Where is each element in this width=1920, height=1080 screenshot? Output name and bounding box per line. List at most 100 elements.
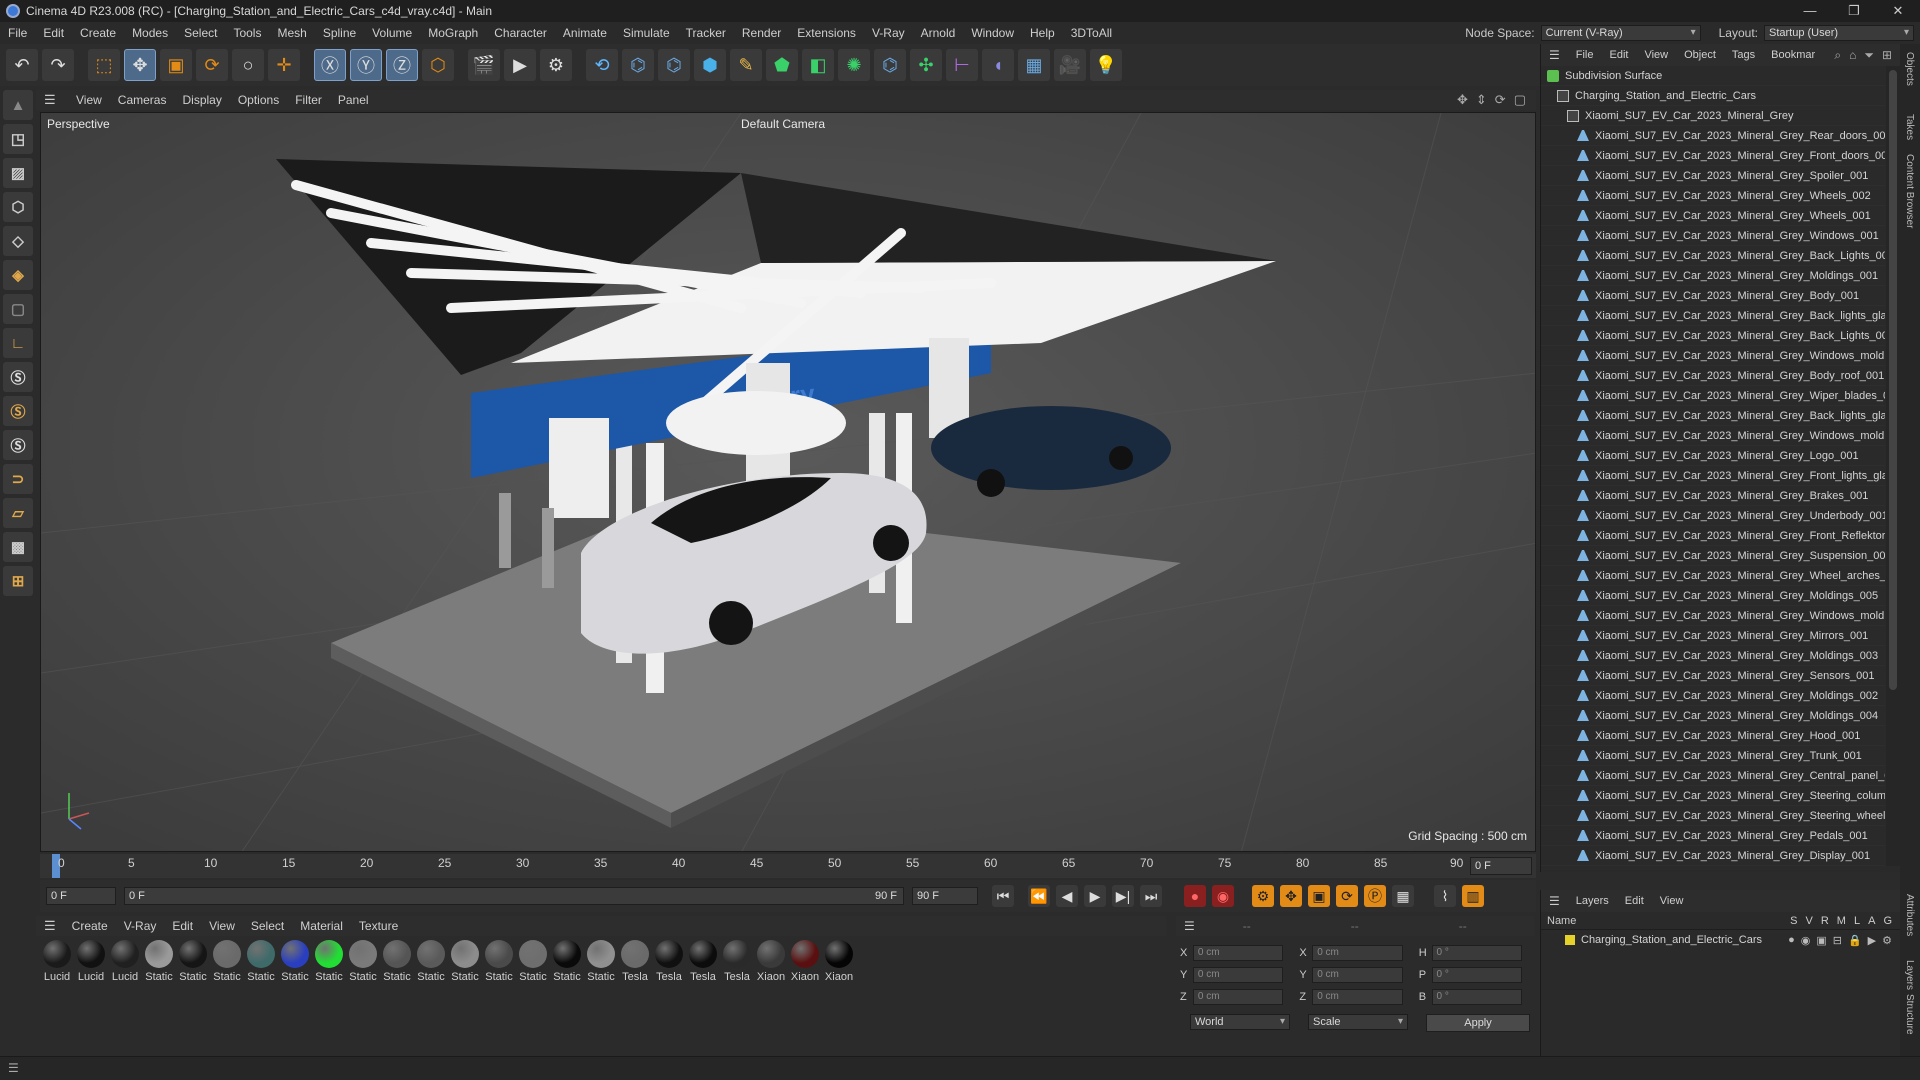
viewport[interactable]: Fary [40, 112, 1536, 852]
key-pla-icon[interactable]: ▦ [1392, 885, 1414, 907]
menu-mesh[interactable]: Mesh [269, 26, 314, 40]
material-swatch[interactable]: Static [584, 940, 618, 1000]
pen-icon[interactable]: ✎ [730, 49, 762, 81]
cube-icon[interactable]: ⬢ [694, 49, 726, 81]
object-row[interactable]: Xiaomi_SU7_EV_Car_2023_Mineral_Grey_Disp… [1541, 846, 1885, 866]
filter-icon[interactable]: ⏷ [1864, 48, 1874, 63]
material-swatch[interactable]: Lucid [74, 940, 108, 1000]
solo-icon[interactable]: ● [1788, 934, 1795, 947]
mograph-icon[interactable]: ✣ [910, 49, 942, 81]
object-row[interactable]: Xiaomi_SU7_EV_Car_2023_Mineral_Grey_Logo… [1541, 446, 1885, 466]
material-swatch[interactable]: Static [244, 940, 278, 1000]
object-name[interactable]: Xiaomi_SU7_EV_Car_2023_Mineral_Grey [1585, 110, 1794, 122]
scrollbar-thumb[interactable] [1889, 70, 1897, 690]
object-name[interactable]: Xiaomi_SU7_EV_Car_2023_Mineral_Grey_Mold… [1595, 590, 1878, 602]
hamburger-icon[interactable]: ☰ [44, 918, 56, 934]
locked-workplane-icon[interactable]: ⊞ [3, 566, 33, 596]
position-x-field[interactable]: 0 cm [1192, 945, 1284, 961]
object-row[interactable]: Xiaomi_SU7_EV_Car_2023_Mineral_Grey_Whee… [1541, 186, 1885, 206]
object-name[interactable]: Xiaomi_SU7_EV_Car_2023_Mineral_Grey_Body… [1595, 370, 1884, 382]
material-menu-texture[interactable]: Texture [351, 919, 406, 933]
previous-key-icon[interactable]: ⏪ [1028, 885, 1050, 907]
keyframe-selection-icon[interactable]: ⚙ [1252, 885, 1274, 907]
object-menu-view[interactable]: View [1636, 49, 1676, 61]
material-swatch[interactable]: Xiaon [822, 940, 856, 1000]
tab-layers[interactable]: Layers [1904, 960, 1915, 990]
object-row[interactable]: Xiaomi_SU7_EV_Car_2023_Mineral_Grey_Back… [1541, 306, 1885, 326]
object-menu-object[interactable]: Object [1676, 49, 1724, 61]
rotate-icon[interactable]: ⟳ [196, 49, 228, 81]
layer-color-swatch[interactable] [1565, 935, 1575, 945]
object-name[interactable]: Xiaomi_SU7_EV_Car_2023_Mineral_Grey_Brak… [1595, 490, 1868, 502]
key-parameter-icon[interactable]: Ⓟ [1364, 885, 1386, 907]
timeline-end-field[interactable]: 0 F [1470, 857, 1532, 875]
tab-content-browser[interactable]: Content Browser [1904, 154, 1915, 228]
object-name[interactable]: Xiaomi_SU7_EV_Car_2023_Mineral_Grey_Wind… [1595, 230, 1879, 242]
render-picture-viewer-icon[interactable]: ▶ [504, 49, 536, 81]
material-swatch[interactable]: Tesla [652, 940, 686, 1000]
tab-structure[interactable]: Structure [1904, 994, 1915, 1035]
material-swatch[interactable]: Tesla [618, 940, 652, 1000]
menu-window[interactable]: Window [963, 26, 1022, 40]
camera-icon[interactable]: 🎥 [1054, 49, 1086, 81]
object-name[interactable]: Xiaomi_SU7_EV_Car_2023_Mineral_Grey_Stee… [1595, 790, 1885, 802]
object-name[interactable]: Xiaomi_SU7_EV_Car_2023_Mineral_Grey_Fron… [1595, 150, 1885, 162]
recent-tool-icon[interactable]: ○ [232, 49, 264, 81]
material-swatch[interactable]: Static [346, 940, 380, 1000]
undo-icon[interactable]: ↶ [6, 49, 38, 81]
object-name[interactable]: Xiaomi_SU7_EV_Car_2023_Mineral_Grey_Sens… [1595, 670, 1874, 682]
object-tree[interactable]: Subdivision Surface Charging_Station_and_… [1541, 66, 1885, 866]
menu-extensions[interactable]: Extensions [789, 26, 864, 40]
object-name[interactable]: Xiaomi_SU7_EV_Car_2023_Mineral_Grey_Susp… [1595, 550, 1885, 562]
material-swatch[interactable]: Lucid [108, 940, 142, 1000]
snap-settings-icon[interactable]: Ⓢ [3, 396, 33, 426]
object-name[interactable]: Xiaomi_SU7_EV_Car_2023_Mineral_Grey_Rear… [1595, 130, 1885, 142]
size-y-field[interactable]: 0 cm [1312, 967, 1403, 983]
material-swatch[interactable]: Tesla [686, 940, 720, 1000]
axis-mode-icon[interactable]: ∟ [3, 328, 33, 358]
material-swatch[interactable]: Static [278, 940, 312, 1000]
object-row[interactable]: Xiaomi_SU7_EV_Car_2023_Mineral_Grey_Fron… [1541, 526, 1885, 546]
menu-spline[interactable]: Spline [315, 26, 364, 40]
object-row[interactable]: Xiaomi_SU7_EV_Car_2023_Mineral_Grey_Wind… [1541, 606, 1885, 626]
make-editable-icon[interactable]: ▲ [3, 90, 33, 120]
key-scale-icon[interactable]: ▣ [1308, 885, 1330, 907]
object-row[interactable]: Xiaomi_SU7_EV_Car_2023_Mineral_Grey_Mold… [1541, 586, 1885, 606]
animation-icon[interactable]: ▶ [1868, 934, 1876, 947]
floor-icon[interactable]: ▦ [1018, 49, 1050, 81]
object-row[interactable]: Xiaomi_SU7_EV_Car_2023_Mineral_Grey_Mold… [1541, 706, 1885, 726]
live-selection-icon[interactable]: ⬚ [88, 49, 120, 81]
deformer-icon[interactable]: ⊢ [946, 49, 978, 81]
object-row[interactable]: Xiaomi_SU7_EV_Car_2023_Mineral_Grey_Sens… [1541, 666, 1885, 686]
object-name[interactable]: Xiaomi_SU7_EV_Car_2023_Mineral_Grey_Logo… [1595, 450, 1859, 462]
timeline-window-icon[interactable]: ▥ [1462, 885, 1484, 907]
object-menu-tags[interactable]: Tags [1724, 49, 1763, 61]
menu-tracker[interactable]: Tracker [678, 26, 734, 40]
object-row[interactable]: Xiaomi_SU7_EV_Car_2023_Mineral_Grey_Mold… [1541, 686, 1885, 706]
object-row[interactable]: Xiaomi_SU7_EV_Car_2023_Mineral_Grey_Whee… [1541, 566, 1885, 586]
viewport-menu-display[interactable]: Display [174, 93, 229, 107]
y-axis-lock-icon[interactable]: Ⓨ [350, 49, 382, 81]
grid-icon[interactable]: ▩ [3, 532, 33, 562]
object-row[interactable]: Xiaomi_SU7_EV_Car_2023_Mineral_Grey_Peda… [1541, 826, 1885, 846]
menu-volume[interactable]: Volume [364, 26, 420, 40]
material-swatch[interactable]: Static [448, 940, 482, 1000]
object-name[interactable]: Subdivision Surface [1565, 70, 1662, 82]
position-y-field[interactable]: 0 cm [1192, 967, 1284, 983]
object-name[interactable]: Xiaomi_SU7_EV_Car_2023_Mineral_Grey_Mold… [1595, 710, 1878, 722]
new-window-icon[interactable]: ⊞ [1882, 48, 1892, 63]
light-icon[interactable]: 💡 [1090, 49, 1122, 81]
dolly-icon[interactable]: ⇕ [1476, 92, 1487, 108]
material-swatch[interactable]: Tesla [720, 940, 754, 1000]
layer-menu-view[interactable]: View [1652, 895, 1692, 907]
previous-frame-icon[interactable]: ◀ [1056, 885, 1078, 907]
close-icon[interactable]: ✕ [1876, 0, 1920, 22]
object-name[interactable]: Xiaomi_SU7_EV_Car_2023_Mineral_Grey_Whee… [1595, 570, 1885, 582]
object-name[interactable]: Xiaomi_SU7_EV_Car_2023_Mineral_Grey_Mold… [1595, 270, 1878, 282]
menu-select[interactable]: Select [176, 26, 225, 40]
maximize-icon[interactable]: ❐ [1832, 0, 1876, 22]
menu-character[interactable]: Character [486, 26, 555, 40]
material-swatch[interactable]: Static [176, 940, 210, 1000]
subdivision-icon[interactable]: ⬟ [766, 49, 798, 81]
hamburger-icon[interactable]: ☰ [8, 1061, 19, 1075]
